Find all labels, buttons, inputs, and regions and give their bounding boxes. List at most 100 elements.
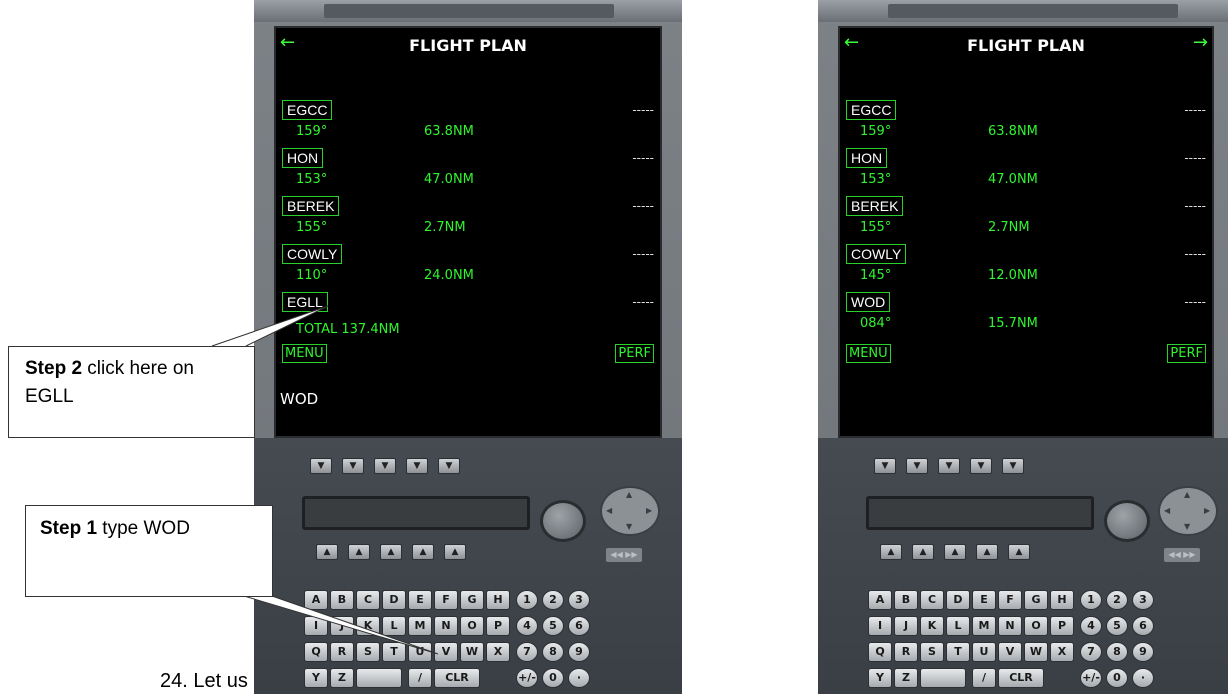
key-0[interactable]: 0 — [1106, 668, 1128, 688]
key-u[interactable]: U — [972, 642, 996, 662]
key-l[interactable]: L — [946, 616, 970, 636]
dpad-up-icon[interactable]: ▲ — [626, 490, 632, 499]
key-s[interactable]: S — [920, 642, 944, 662]
perf-button[interactable]: PERF — [1167, 344, 1206, 363]
key-6[interactable]: 6 — [568, 616, 590, 636]
key-1[interactable]: 1 — [1080, 590, 1102, 610]
waypoint-button-berek[interactable]: BEREK — [282, 196, 340, 216]
waypoint-button-wod[interactable]: WOD — [846, 292, 891, 312]
dpad-down-icon[interactable]: ▼ — [626, 522, 632, 531]
key-g[interactable]: G — [1024, 590, 1048, 610]
rewind-fastforward-icon[interactable]: ◀◀ ▶▶ — [606, 548, 642, 562]
dpad-right-icon[interactable]: ▶ — [646, 506, 652, 515]
key-m[interactable]: M — [408, 616, 432, 636]
key-m[interactable]: M — [972, 616, 996, 636]
dpad-down-icon[interactable]: ▼ — [1184, 522, 1190, 531]
key-x[interactable]: X — [486, 642, 510, 662]
key-r[interactable]: R — [330, 642, 354, 662]
key-5[interactable]: 5 — [542, 616, 564, 636]
key-clr[interactable]: CLR — [434, 668, 480, 688]
key-s[interactable]: S — [356, 642, 380, 662]
key-slash[interactable]: / — [972, 668, 996, 688]
key-a[interactable]: A — [868, 590, 892, 610]
key-w[interactable]: W — [460, 642, 484, 662]
rotary-knob[interactable] — [540, 500, 586, 542]
line-select-up-5[interactable]: ▲ — [1008, 544, 1030, 560]
dpad-left-icon[interactable]: ◀ — [1164, 506, 1170, 515]
dpad-up-icon[interactable]: ▲ — [1184, 490, 1190, 499]
line-select-up-4[interactable]: ▲ — [976, 544, 998, 560]
line-select-down-5[interactable]: ▼ — [1002, 458, 1024, 474]
waypoint-button-berek[interactable]: BEREK — [846, 196, 904, 216]
key-e[interactable]: E — [408, 590, 432, 610]
line-select-up-3[interactable]: ▲ — [944, 544, 966, 560]
key-4[interactable]: 4 — [516, 616, 538, 636]
rotary-knob[interactable] — [1104, 500, 1150, 542]
waypoint-button-egcc[interactable]: EGCC — [282, 100, 333, 120]
key-c[interactable]: C — [920, 590, 944, 610]
key-6[interactable]: 6 — [1132, 616, 1154, 636]
key-plus-minus[interactable]: +/- — [1080, 668, 1102, 688]
waypoint-button-egcc[interactable]: EGCC — [846, 100, 897, 120]
key-9[interactable]: 9 — [568, 642, 590, 662]
waypoint-button-cowly[interactable]: COWLY — [282, 244, 343, 264]
line-select-down-5[interactable]: ▼ — [438, 458, 460, 474]
line-select-down-4[interactable]: ▼ — [970, 458, 992, 474]
key-f[interactable]: F — [434, 590, 458, 610]
line-select-down-1[interactable]: ▼ — [874, 458, 896, 474]
direction-pad[interactable]: ▲ ▼ ◀ ▶ — [1158, 486, 1218, 536]
key-dot[interactable]: · — [568, 668, 590, 688]
key-4[interactable]: 4 — [1080, 616, 1102, 636]
waypoint-button-egll[interactable]: EGLL — [282, 292, 328, 312]
line-select-up-4[interactable]: ▲ — [412, 544, 434, 560]
key-o[interactable]: O — [460, 616, 484, 636]
key-p[interactable]: P — [486, 616, 510, 636]
key-n[interactable]: N — [998, 616, 1022, 636]
rewind-fastforward-icon[interactable]: ◀◀ ▶▶ — [1164, 548, 1200, 562]
key-q[interactable]: Q — [304, 642, 328, 662]
key-9[interactable]: 9 — [1132, 642, 1154, 662]
key-5[interactable]: 5 — [1106, 616, 1128, 636]
key-clr[interactable]: CLR — [998, 668, 1044, 688]
key-8[interactable]: 8 — [542, 642, 564, 662]
key-j[interactable]: J — [894, 616, 918, 636]
line-select-up-1[interactable]: ▲ — [880, 544, 902, 560]
key-3[interactable]: 3 — [1132, 590, 1154, 610]
key-v[interactable]: V — [434, 642, 458, 662]
line-select-down-3[interactable]: ▼ — [938, 458, 960, 474]
line-select-up-5[interactable]: ▲ — [444, 544, 466, 560]
key-2[interactable]: 2 — [1106, 590, 1128, 610]
key-7[interactable]: 7 — [516, 642, 538, 662]
line-select-up-2[interactable]: ▲ — [348, 544, 370, 560]
menu-button[interactable]: MENU — [282, 344, 327, 363]
line-select-down-1[interactable]: ▼ — [310, 458, 332, 474]
key-i[interactable]: I — [304, 616, 328, 636]
key-8[interactable]: 8 — [1106, 642, 1128, 662]
key-o[interactable]: O — [1024, 616, 1048, 636]
line-select-down-2[interactable]: ▼ — [342, 458, 364, 474]
key-b[interactable]: B — [330, 590, 354, 610]
menu-button[interactable]: MENU — [846, 344, 891, 363]
key-v[interactable]: V — [998, 642, 1022, 662]
key-k[interactable]: K — [356, 616, 380, 636]
key-2[interactable]: 2 — [542, 590, 564, 610]
key-d[interactable]: D — [946, 590, 970, 610]
key-y[interactable]: Y — [868, 668, 892, 688]
key-dot[interactable]: · — [1132, 668, 1154, 688]
perf-button[interactable]: PERF — [615, 344, 654, 363]
dpad-right-icon[interactable]: ▶ — [1204, 506, 1210, 515]
key-7[interactable]: 7 — [1080, 642, 1102, 662]
key-j[interactable]: J — [330, 616, 354, 636]
key-r[interactable]: R — [894, 642, 918, 662]
waypoint-button-hon[interactable]: HON — [846, 148, 888, 168]
key-space[interactable] — [920, 668, 966, 688]
line-select-down-4[interactable]: ▼ — [406, 458, 428, 474]
waypoint-button-cowly[interactable]: COWLY — [846, 244, 907, 264]
key-g[interactable]: G — [460, 590, 484, 610]
key-t[interactable]: T — [946, 642, 970, 662]
key-y[interactable]: Y — [304, 668, 328, 688]
key-x[interactable]: X — [1050, 642, 1074, 662]
line-select-down-2[interactable]: ▼ — [906, 458, 928, 474]
key-a[interactable]: A — [304, 590, 328, 610]
key-plus-minus[interactable]: +/- — [516, 668, 538, 688]
